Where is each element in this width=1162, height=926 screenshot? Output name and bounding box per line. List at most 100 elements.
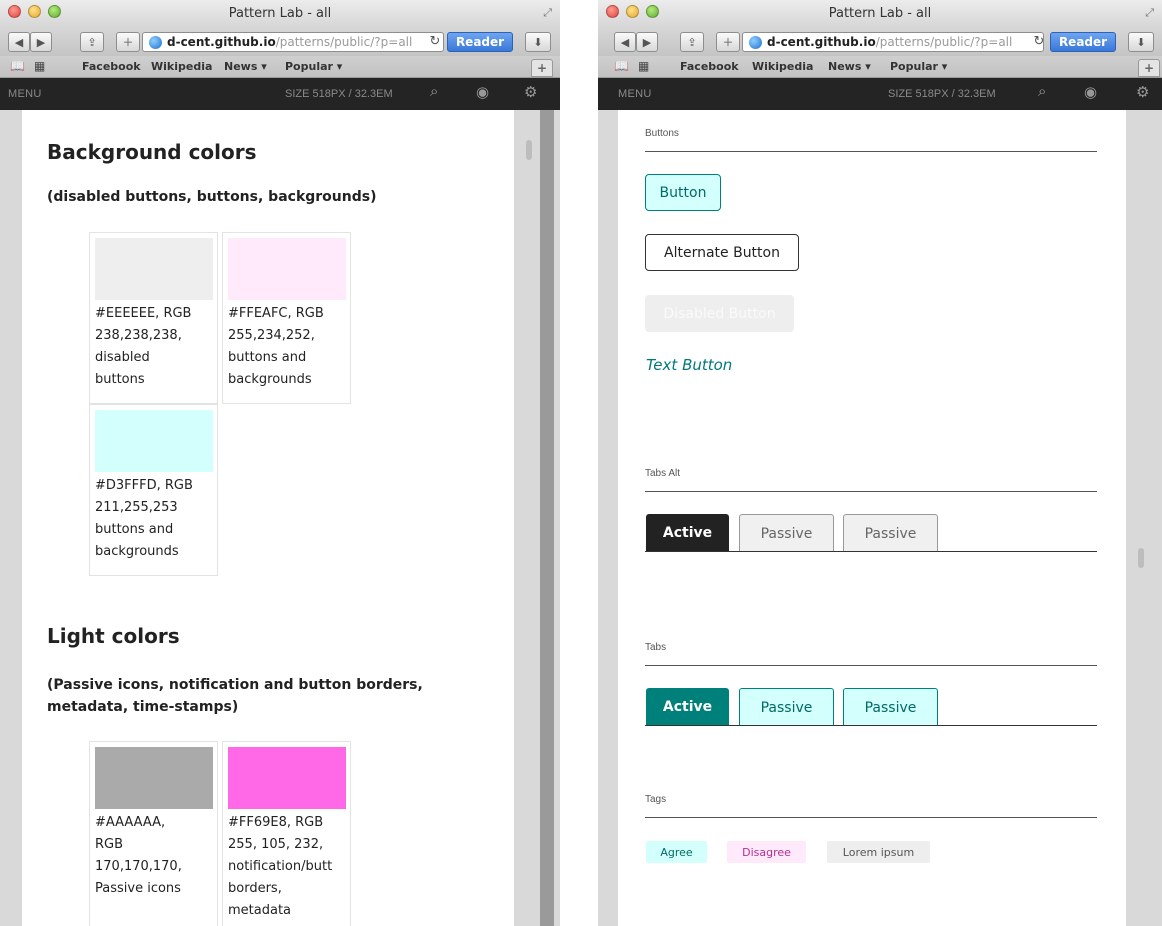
section-label-buttons: Buttons <box>645 128 1097 152</box>
address-bar[interactable]: d-cent.github.io/patterns/public/?p=all <box>142 32 444 52</box>
globe-icon <box>749 35 762 49</box>
bookmark-news[interactable]: News ▾ <box>828 60 871 73</box>
menu-button[interactable]: MENU <box>618 88 652 100</box>
downloads-button[interactable]: ⬇ <box>1128 32 1154 52</box>
add-tab-icon[interactable]: + <box>531 59 553 77</box>
pattern-page: Buttons Button Alternate Button Disabled… <box>618 110 1126 926</box>
bookmark-wikipedia[interactable]: Wikipedia <box>151 60 212 73</box>
address-host: d-cent.github.io <box>767 35 876 49</box>
swatch-line: buttons and <box>95 522 174 537</box>
downloads-button[interactable]: ⬇ <box>525 32 551 52</box>
patternlab-toolbar: MENU SIZE 518PX / 32.3EM ⌕ ◉ ⚙ <box>0 78 560 110</box>
swatch-line: borders, <box>228 881 282 896</box>
reader-button[interactable]: Reader <box>1050 32 1116 52</box>
swatch-line: 170,170,170, <box>95 859 182 874</box>
bookmark-news[interactable]: News ▾ <box>224 60 267 73</box>
bookmarks-bar: 📖 ▦ Facebook Wikipedia News ▾ Popular ▾ … <box>598 56 1162 78</box>
section-label-tabs: Tabs <box>645 642 1097 666</box>
address-bar[interactable]: d-cent.github.io/patterns/public/?p=all <box>742 32 1044 52</box>
page-scrollbar[interactable] <box>1136 110 1146 926</box>
reading-list-icon[interactable]: 📖 <box>614 59 629 73</box>
add-tab-icon[interactable]: + <box>1138 59 1160 77</box>
primary-button[interactable]: Button <box>645 174 721 211</box>
bookmark-popular[interactable]: Popular ▾ <box>890 60 947 73</box>
scrollbar-thumb[interactable] <box>1138 548 1144 568</box>
tab-passive[interactable]: Passive <box>843 688 938 726</box>
swatch-line: 238,238,238, <box>95 328 182 343</box>
section-subtitle: (disabled buttons, buttons, backgrounds) <box>47 189 377 205</box>
viewport-size-readout[interactable]: SIZE 518PX / 32.3EM <box>888 88 996 100</box>
new-tab-button[interactable]: ＋ <box>116 32 140 52</box>
back-button[interactable]: ◀ <box>614 32 636 52</box>
tab-passive[interactable]: Passive <box>739 688 834 726</box>
browser-window-right: Pattern Lab - all ⤢ ◀ ▶ ⇪ ＋ d-cent.githu… <box>598 0 1162 926</box>
swatch-line: buttons <box>95 372 145 387</box>
bookmark-popular[interactable]: Popular ▾ <box>285 60 342 73</box>
patternlab-toolbar: MENU SIZE 518PX / 32.3EM ⌕ ◉ ⚙ <box>598 78 1162 110</box>
tab-alt-passive[interactable]: Passive <box>739 514 834 552</box>
swatch-line: RGB <box>95 837 124 852</box>
gear-icon[interactable]: ⚙ <box>524 83 537 101</box>
eye-icon[interactable]: ◉ <box>1084 83 1097 101</box>
title-bar: Pattern Lab - all ⤢ <box>598 0 1162 28</box>
menu-button[interactable]: MENU <box>8 88 42 100</box>
viewport: Background colors (disabled buttons, but… <box>0 110 560 926</box>
swatch-line: buttons and <box>228 350 307 365</box>
reload-icon[interactable]: ↻ <box>426 32 444 52</box>
share-icon: ⇪ <box>687 35 697 49</box>
plus-icon: ＋ <box>122 36 134 49</box>
swatch-line: disabled <box>95 350 150 365</box>
resize-handle[interactable] <box>540 110 554 926</box>
address-host: d-cent.github.io <box>167 35 276 49</box>
bookmark-wikipedia[interactable]: Wikipedia <box>752 60 813 73</box>
search-icon[interactable]: ⌕ <box>1038 83 1046 100</box>
viewport-size-readout[interactable]: SIZE 518PX / 32.3EM <box>285 88 393 100</box>
subtitle-line: metadata, time-stamps) <box>47 699 239 715</box>
swatch-description: #FF69E8, RGB 255, 105, 232, notification… <box>228 812 350 922</box>
gear-icon[interactable]: ⚙ <box>1136 83 1149 101</box>
color-chip <box>228 747 346 809</box>
alternate-button[interactable]: Alternate Button <box>645 234 799 271</box>
color-swatch: #D3FFFD, RGB 211,255,253 buttons and bac… <box>89 404 218 576</box>
scrollbar-thumb[interactable] <box>526 140 532 160</box>
browser-toolbar: ◀ ▶ ⇪ ＋ d-cent.github.io/patterns/public… <box>598 28 1162 56</box>
bookmarks-bar: 📖 ▦ Facebook Wikipedia News ▾ Popular ▾ … <box>0 56 560 78</box>
swatch-line: 255, 105, 232, <box>228 837 324 852</box>
back-button[interactable]: ◀ <box>8 32 30 52</box>
disabled-button: Disabled Button <box>645 295 794 332</box>
tag-agree[interactable]: Agree <box>646 841 707 863</box>
browser-window-left: Pattern Lab - all ⤢ ◀ ▶ ⇪ ＋ d-cent.githu… <box>0 0 560 926</box>
search-icon[interactable]: ⌕ <box>430 83 438 100</box>
forward-button[interactable]: ▶ <box>636 32 658 52</box>
reader-button[interactable]: Reader <box>447 32 513 52</box>
tab-active[interactable]: Active <box>646 688 729 726</box>
tabs-alt-divider <box>645 551 1097 552</box>
tag-lorem-ipsum[interactable]: Lorem ipsum <box>827 841 930 863</box>
tab-alt-passive[interactable]: Passive <box>843 514 938 552</box>
share-button[interactable]: ⇪ <box>680 32 704 52</box>
bookmark-facebook[interactable]: Facebook <box>82 60 141 73</box>
color-chip <box>95 238 213 300</box>
eye-icon[interactable]: ◉ <box>476 83 489 101</box>
swatch-line: #EEEEEE, RGB <box>95 306 192 321</box>
page-scrollbar[interactable] <box>524 110 534 926</box>
top-sites-icon[interactable]: ▦ <box>638 59 649 73</box>
forward-button[interactable]: ▶ <box>30 32 52 52</box>
fullscreen-icon[interactable]: ⤢ <box>543 6 552 20</box>
color-swatch: #AAAAAA, RGB 170,170,170, Passive icons <box>89 741 218 926</box>
bookmark-facebook[interactable]: Facebook <box>680 60 739 73</box>
swatch-line: 255,234,252, <box>228 328 315 343</box>
plus-icon: ＋ <box>722 36 734 49</box>
new-tab-button[interactable]: ＋ <box>716 32 740 52</box>
text-button[interactable]: Text Button <box>646 356 732 374</box>
reading-list-icon[interactable]: 📖 <box>10 59 25 73</box>
color-chip <box>228 238 346 300</box>
color-swatch: #EEEEEE, RGB 238,238,238, disabled butto… <box>89 232 218 404</box>
section-title: Background colors <box>47 140 257 164</box>
tab-alt-active[interactable]: Active <box>646 514 729 552</box>
share-button[interactable]: ⇪ <box>80 32 104 52</box>
tag-disagree[interactable]: Disagree <box>727 841 806 863</box>
top-sites-icon[interactable]: ▦ <box>34 59 45 73</box>
reload-icon[interactable]: ↻ <box>1030 32 1048 52</box>
fullscreen-icon[interactable]: ⤢ <box>1145 6 1154 20</box>
